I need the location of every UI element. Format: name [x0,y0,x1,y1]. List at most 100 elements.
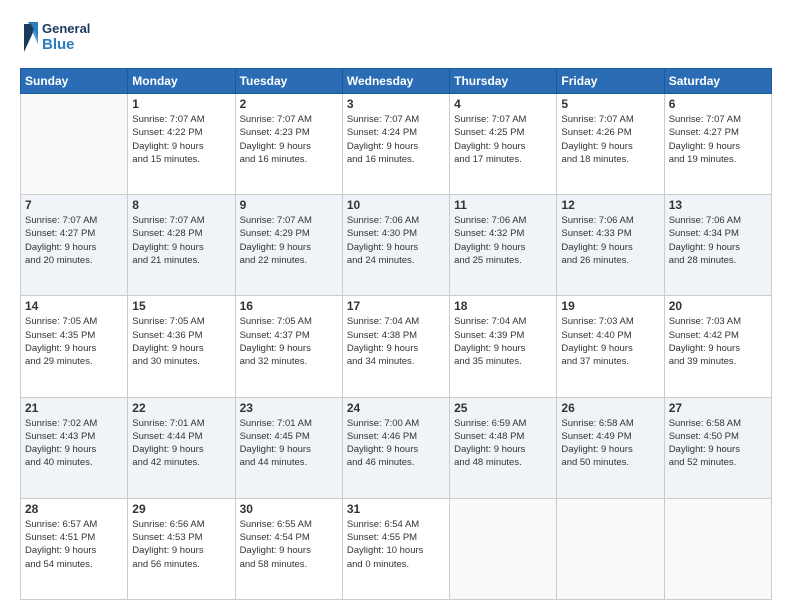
calendar-cell: 18 Sunrise: 7:04 AMSunset: 4:39 PMDayligh… [450,296,557,397]
day-info: Sunrise: 7:02 AMSunset: 4:43 PMDaylight:… [25,417,123,470]
calendar-cell: 30 Sunrise: 6:55 AMSunset: 4:54 PMDayligh… [235,498,342,599]
calendar-cell: 1Sunrise: 7:07 AMSunset: 4:22 PMDaylight… [128,94,235,195]
day-number: 10 [347,198,445,212]
day-info: Sunrise: 7:01 AMSunset: 4:45 PMDaylight:… [240,417,338,470]
day-number: 12 [561,198,659,212]
day-number: 16 [240,299,338,313]
day-number: 11 [454,198,552,212]
day-number: 19 [561,299,659,313]
day-number: 9 [240,198,338,212]
day-info: Sunrise: 7:06 AMSunset: 4:30 PMDaylight:… [347,214,445,267]
day-number: 22 [132,401,230,415]
calendar-week-1: 1Sunrise: 7:07 AMSunset: 4:22 PMDaylight… [21,94,772,195]
day-number: 25 [454,401,552,415]
day-info: Sunrise: 7:07 AMSunset: 4:24 PMDaylight:… [347,113,445,166]
day-info: Sunrise: 6:55 AMSunset: 4:54 PMDaylight:… [240,518,338,571]
calendar-cell: 27Sunrise: 6:58 AMSunset: 4:50 PMDayligh… [664,397,771,498]
calendar-week-5: 28 Sunrise: 6:57 AMSunset: 4:51 PMDayligh… [21,498,772,599]
calendar-cell: 29 Sunrise: 6:56 AMSunset: 4:53 PMDayligh… [128,498,235,599]
day-number: 15 [132,299,230,313]
calendar-week-4: 21Sunrise: 7:02 AMSunset: 4:43 PMDayligh… [21,397,772,498]
calendar-cell: 7 Sunrise: 7:07 AMSunset: 4:27 PMDaylight… [21,195,128,296]
col-header-friday: Friday [557,69,664,94]
page-header: General Blue [20,16,772,58]
calendar-week-3: 14 Sunrise: 7:05 AMSunset: 4:35 PMDayligh… [21,296,772,397]
calendar-week-2: 7 Sunrise: 7:07 AMSunset: 4:27 PMDaylight… [21,195,772,296]
day-number: 3 [347,97,445,111]
day-number: 1 [132,97,230,111]
day-number: 8 [132,198,230,212]
day-number: 31 [347,502,445,516]
calendar-cell: 2Sunrise: 7:07 AMSunset: 4:23 PMDaylight… [235,94,342,195]
day-info: Sunrise: 7:07 AMSunset: 4:25 PMDaylight:… [454,113,552,166]
day-number: 18 [454,299,552,313]
calendar-cell: 17Sunrise: 7:04 AMSunset: 4:38 PMDayligh… [342,296,449,397]
calendar-header-row: SundayMondayTuesdayWednesdayThursdayFrid… [21,69,772,94]
day-number: 28 [25,502,123,516]
day-number: 14 [25,299,123,313]
calendar-cell: 31 Sunrise: 6:54 AMSunset: 4:55 PMDayligh… [342,498,449,599]
day-info: Sunrise: 7:05 AMSunset: 4:37 PMDaylight:… [240,315,338,368]
day-info: Sunrise: 6:54 AMSunset: 4:55 PMDaylight:… [347,518,445,571]
day-number: 5 [561,97,659,111]
svg-text:Blue: Blue [42,36,75,53]
day-number: 30 [240,502,338,516]
day-number: 27 [669,401,767,415]
day-info: Sunrise: 7:07 AMSunset: 4:27 PMDaylight:… [669,113,767,166]
col-header-wednesday: Wednesday [342,69,449,94]
day-number: 17 [347,299,445,313]
calendar-cell: 19Sunrise: 7:03 AMSunset: 4:40 PMDayligh… [557,296,664,397]
calendar-cell: 8 Sunrise: 7:07 AMSunset: 4:28 PMDaylight… [128,195,235,296]
calendar-cell: 11 Sunrise: 7:06 AMSunset: 4:32 PMDayligh… [450,195,557,296]
day-info: Sunrise: 7:05 AMSunset: 4:36 PMDaylight:… [132,315,230,368]
day-number: 4 [454,97,552,111]
day-info: Sunrise: 6:58 AMSunset: 4:49 PMDaylight:… [561,417,659,470]
day-number: 2 [240,97,338,111]
calendar-cell: 26 Sunrise: 6:58 AMSunset: 4:49 PMDayligh… [557,397,664,498]
calendar-body: 1Sunrise: 7:07 AMSunset: 4:22 PMDaylight… [21,94,772,600]
col-header-sunday: Sunday [21,69,128,94]
day-info: Sunrise: 7:04 AMSunset: 4:39 PMDaylight:… [454,315,552,368]
day-info: Sunrise: 7:05 AMSunset: 4:35 PMDaylight:… [25,315,123,368]
day-info: Sunrise: 7:03 AMSunset: 4:42 PMDaylight:… [669,315,767,368]
calendar-cell: 25Sunrise: 6:59 AMSunset: 4:48 PMDayligh… [450,397,557,498]
calendar-cell: 22 Sunrise: 7:01 AMSunset: 4:44 PMDayligh… [128,397,235,498]
day-info: Sunrise: 7:07 AMSunset: 4:29 PMDaylight:… [240,214,338,267]
calendar-cell: 4 Sunrise: 7:07 AMSunset: 4:25 PMDaylight… [450,94,557,195]
calendar-cell: 28 Sunrise: 6:57 AMSunset: 4:51 PMDayligh… [21,498,128,599]
day-number: 7 [25,198,123,212]
day-number: 6 [669,97,767,111]
calendar-cell [450,498,557,599]
day-info: Sunrise: 7:06 AMSunset: 4:32 PMDaylight:… [454,214,552,267]
day-info: Sunrise: 7:07 AMSunset: 4:28 PMDaylight:… [132,214,230,267]
col-header-thursday: Thursday [450,69,557,94]
calendar-cell: 10 Sunrise: 7:06 AMSunset: 4:30 PMDayligh… [342,195,449,296]
col-header-tuesday: Tuesday [235,69,342,94]
calendar-cell [664,498,771,599]
calendar-cell: 23Sunrise: 7:01 AMSunset: 4:45 PMDayligh… [235,397,342,498]
calendar-cell: 9 Sunrise: 7:07 AMSunset: 4:29 PMDaylight… [235,195,342,296]
day-info: Sunrise: 7:06 AMSunset: 4:34 PMDaylight:… [669,214,767,267]
calendar-table: SundayMondayTuesdayWednesdayThursdayFrid… [20,68,772,600]
day-info: Sunrise: 6:57 AMSunset: 4:51 PMDaylight:… [25,518,123,571]
day-info: Sunrise: 7:01 AMSunset: 4:44 PMDaylight:… [132,417,230,470]
col-header-monday: Monday [128,69,235,94]
logo-svg: General Blue [20,16,100,58]
calendar-cell: 3 Sunrise: 7:07 AMSunset: 4:24 PMDaylight… [342,94,449,195]
day-info: Sunrise: 7:07 AMSunset: 4:26 PMDaylight:… [561,113,659,166]
day-number: 13 [669,198,767,212]
calendar-cell: 12 Sunrise: 7:06 AMSunset: 4:33 PMDayligh… [557,195,664,296]
calendar-cell: 16 Sunrise: 7:05 AMSunset: 4:37 PMDayligh… [235,296,342,397]
day-number: 24 [347,401,445,415]
calendar-cell: 13 Sunrise: 7:06 AMSunset: 4:34 PMDayligh… [664,195,771,296]
day-info: Sunrise: 7:06 AMSunset: 4:33 PMDaylight:… [561,214,659,267]
day-number: 29 [132,502,230,516]
calendar-cell [557,498,664,599]
day-number: 26 [561,401,659,415]
day-info: Sunrise: 6:56 AMSunset: 4:53 PMDaylight:… [132,518,230,571]
day-number: 20 [669,299,767,313]
calendar-cell: 6 Sunrise: 7:07 AMSunset: 4:27 PMDaylight… [664,94,771,195]
day-info: Sunrise: 7:07 AMSunset: 4:27 PMDaylight:… [25,214,123,267]
calendar-cell: 15 Sunrise: 7:05 AMSunset: 4:36 PMDayligh… [128,296,235,397]
calendar-cell: 21Sunrise: 7:02 AMSunset: 4:43 PMDayligh… [21,397,128,498]
